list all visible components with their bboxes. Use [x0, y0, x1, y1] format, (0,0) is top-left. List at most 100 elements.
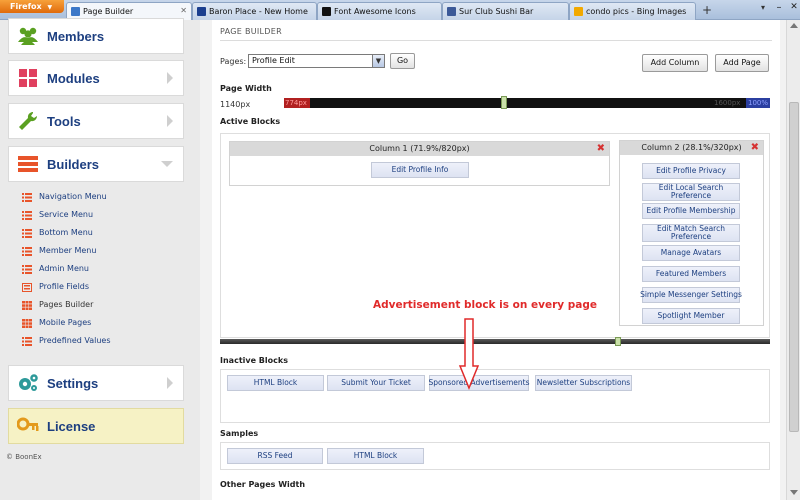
- width-max-label: 1600px: [714, 99, 741, 107]
- chevron-down-icon: ▼: [47, 4, 53, 11]
- block-spotlight-member[interactable]: Spotlight Member: [642, 308, 740, 324]
- sidebar-item-builders[interactable]: Builders: [8, 146, 184, 182]
- grid-icon: [22, 301, 32, 310]
- add-page-button[interactable]: Add Page: [715, 54, 769, 72]
- submenu-item-label: Navigation Menu: [39, 192, 107, 201]
- tab-baron-place[interactable]: Baron Place - New Home: [192, 2, 317, 20]
- tab-font-awesome[interactable]: Font Awesome Icons: [317, 2, 442, 20]
- key-icon: [17, 417, 39, 431]
- grid-icon: [22, 319, 32, 328]
- sidebar-item-license[interactable]: License: [8, 408, 184, 444]
- new-tab-button[interactable]: +: [698, 3, 716, 19]
- page-builder-panel: PAGE BUILDER Pages: Profile Edit ▼ Go Ad…: [212, 20, 780, 500]
- column-1[interactable]: Column 1 (71.9%/820px) ✖ Edit Profile In…: [229, 141, 610, 186]
- sidebar-item-label: Builders: [47, 157, 100, 172]
- tab-sur-club[interactable]: Sur Club Sushi Bar: [442, 2, 569, 20]
- block-featured-members[interactable]: Featured Members: [642, 266, 740, 282]
- bing-favicon-icon: [574, 7, 583, 16]
- add-column-button[interactable]: Add Column: [642, 54, 708, 72]
- submenu-item-label: Admin Menu: [39, 264, 90, 273]
- tab-list-button[interactable]: ▾: [756, 3, 770, 17]
- pages-selected-value: Profile Edit: [252, 56, 295, 65]
- remove-column-icon[interactable]: ✖: [597, 142, 605, 156]
- minimize-button[interactable]: –: [772, 2, 786, 16]
- gears-icon: [19, 374, 38, 391]
- pages-select[interactable]: Profile Edit ▼: [248, 54, 385, 68]
- list-icon: [22, 229, 32, 238]
- block-edit-profile-info[interactable]: Edit Profile Info: [371, 162, 469, 178]
- facebook-favicon-icon: [447, 7, 456, 16]
- column-resize-bar[interactable]: [220, 337, 770, 346]
- column-header[interactable]: Column 1 (71.9%/820px) ✖: [230, 142, 609, 156]
- list-icon: [22, 265, 32, 274]
- remove-column-icon[interactable]: ✖: [751, 141, 759, 155]
- submenu-item-label: Bottom Menu: [39, 228, 93, 237]
- annotation-text: Advertisement block is on every page: [373, 299, 598, 311]
- sidebar-item-label: Settings: [47, 376, 99, 391]
- sidebar-item-members[interactable]: Members: [8, 18, 184, 54]
- sidebar-item-label: Modules: [47, 71, 100, 86]
- list-icon: [22, 247, 32, 256]
- submenu-item-label: Mobile Pages: [39, 318, 92, 327]
- page-scrollbar[interactable]: [786, 20, 800, 500]
- form-icon: [22, 283, 32, 292]
- pages-label: Pages:: [220, 57, 247, 66]
- scroll-down-arrow-icon[interactable]: [790, 490, 798, 495]
- block-simple-messenger-settings[interactable]: Simple Messenger Settings: [640, 287, 742, 303]
- samples-heading: Samples: [220, 429, 259, 438]
- sidebar-item-settings[interactable]: Settings: [8, 365, 184, 401]
- window-close-button[interactable]: ✕: [788, 2, 800, 16]
- dropdown-arrow-icon[interactable]: ▼: [372, 55, 384, 67]
- chevron-right-icon: [167, 377, 173, 389]
- scroll-up-arrow-icon[interactable]: [790, 23, 798, 28]
- main-content: PAGE BUILDER Pages: Profile Edit ▼ Go Ad…: [200, 20, 786, 500]
- block-edit-profile-privacy[interactable]: Edit Profile Privacy: [642, 163, 740, 179]
- sidebar-item-tools[interactable]: Tools: [8, 103, 184, 139]
- tab-close-icon[interactable]: ✕: [180, 6, 187, 15]
- chevron-down-icon: [161, 161, 173, 167]
- list-icon: [22, 211, 32, 220]
- admin-sidebar: Members Modules Tools Builders Navigatio…: [0, 18, 200, 500]
- block-html-block[interactable]: HTML Block: [227, 375, 324, 391]
- list-icon: [22, 193, 32, 202]
- active-blocks-heading: Active Blocks: [220, 117, 281, 126]
- chevron-right-icon: [167, 72, 173, 84]
- column-header[interactable]: Column 2 (28.1%/320px) ✖: [620, 141, 763, 155]
- samples-area: RSS Feed HTML Block: [220, 442, 770, 470]
- width-percent-label: 100%: [746, 98, 770, 108]
- block-submit-your-ticket[interactable]: Submit Your Ticket: [327, 375, 425, 391]
- submenu-item-label: Pages Builder: [39, 300, 94, 309]
- slider-handle[interactable]: [501, 96, 507, 109]
- font-awesome-favicon-icon: [322, 7, 331, 16]
- resize-handle[interactable]: [615, 337, 621, 346]
- sidebar-item-label: Tools: [47, 114, 81, 129]
- firefox-menu-button[interactable]: Firefox ▼: [0, 0, 64, 13]
- scrollbar-thumb[interactable]: [789, 102, 799, 432]
- submenu-item-label: Service Menu: [39, 210, 94, 219]
- page-title: PAGE BUILDER: [220, 27, 282, 36]
- builders-submenu: Navigation Menu Service Menu Bottom Menu…: [8, 180, 184, 376]
- sidebar-item-modules[interactable]: Modules: [8, 60, 184, 96]
- modules-grid-icon: [19, 69, 37, 87]
- go-button[interactable]: Go: [390, 53, 415, 69]
- page-width-slider[interactable]: 774px 1600px 100%: [284, 96, 770, 109]
- submenu-item-label: Profile Fields: [39, 282, 90, 291]
- inactive-blocks-area: HTML Block Submit Your Ticket Sponsored …: [220, 369, 770, 423]
- block-manage-avatars[interactable]: Manage Avatars: [642, 245, 740, 261]
- block-edit-match-search-preference[interactable]: Edit Match Search Preference: [642, 224, 740, 242]
- title-divider: [220, 40, 772, 41]
- column-title: Column 1 (71.9%/820px): [369, 144, 470, 153]
- browser-tab-strip: Firefox ▼ Page Builder ✕ Baron Place - N…: [0, 0, 800, 21]
- page-width-value: 1140px: [220, 100, 251, 109]
- tab-bing-images[interactable]: condo pics - Bing Images: [569, 2, 696, 20]
- page-builder-favicon-icon: [71, 7, 80, 16]
- sample-rss-feed[interactable]: RSS Feed: [227, 448, 323, 464]
- tab-label: Baron Place - New Home: [209, 7, 308, 16]
- other-pages-width-heading: Other Pages Width: [220, 480, 306, 489]
- block-edit-local-search-preference[interactable]: Edit Local Search Preference: [642, 183, 740, 201]
- block-edit-profile-membership[interactable]: Edit Profile Membership: [642, 203, 740, 219]
- block-newsletter-subscriptions[interactable]: Newsletter Subscriptions: [535, 375, 632, 391]
- column-2[interactable]: Column 2 (28.1%/320px) ✖ Edit Profile Pr…: [619, 140, 764, 326]
- members-icon: [18, 27, 38, 45]
- sample-html-block[interactable]: HTML Block: [327, 448, 424, 464]
